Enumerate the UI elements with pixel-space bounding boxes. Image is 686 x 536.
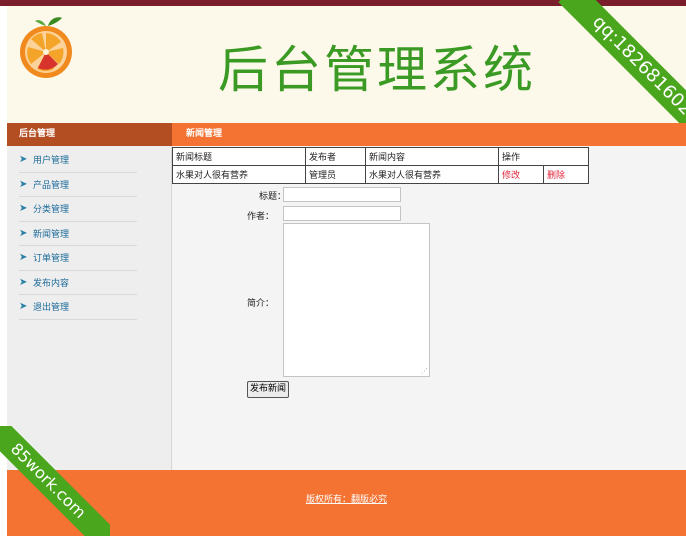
sidebar-item-categories[interactable]: ➤ 分类管理 (19, 197, 137, 222)
sidebar-item-users[interactable]: ➤ 用户管理 (19, 148, 137, 173)
arrow-right-icon: ➤ (19, 203, 28, 215)
resize-grip-icon[interactable]: ⋰ (421, 367, 428, 375)
edit-link[interactable]: 修改 (502, 171, 520, 181)
page-title: 后台管理系统 (218, 41, 536, 99)
delete-link[interactable]: 删除 (547, 171, 565, 181)
sidebar-item-publish[interactable]: ➤ 发布内容 (19, 271, 137, 295)
title-input[interactable] (283, 187, 401, 202)
cell-edit: 修改 (498, 165, 544, 184)
site-header: 后台管理系统 (7, 6, 686, 123)
intro-textarea[interactable]: ⋰ (283, 223, 430, 377)
arrow-right-icon: ➤ (19, 276, 28, 288)
sidebar-item-label[interactable]: 分类管理 (33, 202, 69, 215)
author-label: 作者： (247, 212, 275, 222)
sidebar-item-orders[interactable]: ➤ 订单管理 (19, 246, 137, 271)
cell-author: 管理员 (305, 165, 366, 184)
table-header-row: 新闻标题 发布者 新闻内容 操作 (172, 147, 589, 166)
title-label: 标题： (259, 192, 287, 202)
sidebar-item-label[interactable]: 订单管理 (33, 251, 69, 264)
copyright-link[interactable]: 版权所有：翻版必究 (7, 492, 686, 505)
sidebar-item-label[interactable]: 退出管理 (33, 300, 69, 313)
footer: 版权所有：翻版必究 (7, 470, 686, 536)
cell-delete: 删除 (543, 165, 589, 184)
cell-content: 水果对人很有营养 (365, 165, 499, 184)
orange-logo-icon (16, 14, 78, 80)
sidebar-item-products[interactable]: ➤ 产品管理 (19, 173, 137, 197)
sidebar-item-news[interactable]: ➤ 新闻管理 (19, 222, 137, 246)
publish-news-button[interactable]: 发布新闻 (247, 381, 290, 398)
sidebar-item-label[interactable]: 新闻管理 (33, 227, 69, 240)
arrow-right-icon: ➤ (19, 301, 28, 313)
arrow-right-icon: ➤ (19, 178, 28, 190)
sidebar: ➤ 用户管理 ➤ 产品管理 ➤ 分类管理 ➤ 新闻管理 ➤ 订单管理 ➤ 发布内… (7, 146, 172, 470)
author-input[interactable] (283, 206, 401, 221)
column-header: 操作 (498, 147, 589, 166)
sidebar-heading: 后台管理 (7, 123, 172, 146)
arrow-right-icon: ➤ (19, 227, 28, 239)
column-header: 新闻内容 (365, 147, 499, 166)
cell-title: 水果对人很有营养 (172, 165, 306, 184)
table-row: 水果对人很有营养 管理员 水果对人很有营养 修改 删除 (172, 165, 589, 184)
sidebar-item-logout[interactable]: ➤ 退出管理 (19, 295, 137, 320)
intro-label: 简介： (247, 299, 275, 309)
column-header: 发布者 (305, 147, 366, 166)
arrow-right-icon: ➤ (19, 252, 28, 264)
sidebar-item-label[interactable]: 发布内容 (33, 276, 69, 289)
arrow-right-icon: ➤ (19, 154, 28, 166)
sidebar-item-label[interactable]: 产品管理 (33, 178, 69, 191)
column-header: 新闻标题 (172, 147, 306, 166)
main-content: 新闻标题 发布者 新闻内容 操作 水果对人很有营养 管理员 水果对人很有营养 修… (172, 146, 686, 470)
news-table: 新闻标题 发布者 新闻内容 操作 水果对人很有营养 管理员 水果对人很有营养 修… (172, 147, 589, 184)
sidebar-item-label[interactable]: 用户管理 (33, 153, 69, 166)
main-heading: 新闻管理 (172, 123, 686, 146)
